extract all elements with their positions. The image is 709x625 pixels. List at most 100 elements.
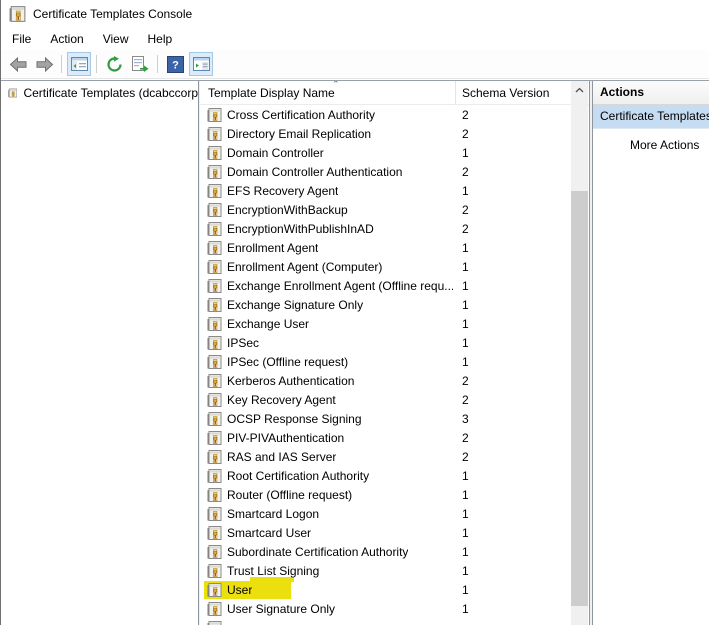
certificate-templates-console-window: { "window": { "title": "Certificate Temp… bbox=[0, 0, 709, 625]
table-row[interactable]: OCSP Response Signing 3 bbox=[200, 409, 570, 428]
certificate-template-icon bbox=[207, 279, 222, 293]
back-button[interactable] bbox=[6, 52, 30, 76]
schema-version: 2 bbox=[462, 203, 469, 217]
refresh-icon bbox=[106, 56, 123, 73]
forward-button[interactable] bbox=[32, 52, 56, 76]
certificate-template-icon bbox=[207, 469, 222, 483]
table-row-partial[interactable] bbox=[200, 618, 570, 625]
table-row[interactable]: PIV-PIVAuthentication 2 bbox=[200, 428, 570, 447]
table-row[interactable]: Enrollment Agent (Computer) 1 bbox=[200, 257, 570, 276]
actions-item-certificate-templates[interactable]: Certificate Templates bbox=[593, 105, 709, 129]
certificate-template-icon bbox=[207, 488, 222, 502]
table-row[interactable]: IPSec 1 bbox=[200, 333, 570, 352]
table-row[interactable]: Domain Controller Authentication 2 bbox=[200, 162, 570, 181]
template-name: Cross Certification Authority bbox=[227, 108, 375, 122]
table-row[interactable]: Router (Offline request) 1 bbox=[200, 485, 570, 504]
certificate-template-icon bbox=[207, 412, 222, 426]
list-header: Template Display Name Schema Version ⌃ bbox=[200, 81, 589, 105]
tree-item-label: Certificate Templates (dcabccorp bbox=[23, 86, 198, 100]
table-row[interactable]: RAS and IAS Server 2 bbox=[200, 447, 570, 466]
actions-pane: Actions Certificate Templates More Actio… bbox=[592, 81, 709, 625]
template-name: Enrollment Agent bbox=[227, 241, 318, 255]
show-console-tree-button[interactable] bbox=[67, 52, 91, 76]
certificate-template-icon bbox=[207, 450, 222, 464]
template-name: Directory Email Replication bbox=[227, 127, 371, 141]
chevron-up-icon bbox=[575, 87, 584, 93]
certificate-template-icon bbox=[8, 86, 17, 100]
template-name: Subordinate Certification Authority bbox=[227, 545, 408, 559]
tree-item-certificate-templates[interactable]: Certificate Templates (dcabccorp bbox=[1, 81, 198, 100]
actions-item-more-actions[interactable]: More Actions bbox=[593, 138, 709, 152]
show-action-pane-icon bbox=[193, 57, 210, 71]
certificate-template-icon bbox=[207, 507, 222, 521]
refresh-button[interactable] bbox=[102, 52, 126, 76]
template-name: Enrollment Agent (Computer) bbox=[227, 260, 382, 274]
table-row[interactable]: EncryptionWithBackup 2 bbox=[200, 200, 570, 219]
toolbar-separator bbox=[61, 55, 62, 73]
export-list-button[interactable] bbox=[128, 52, 152, 76]
menu-view[interactable]: View bbox=[94, 29, 138, 49]
menu-help[interactable]: Help bbox=[139, 29, 182, 49]
schema-version: 1 bbox=[462, 545, 469, 559]
certificate-template-icon bbox=[207, 108, 222, 122]
title-bar: Certificate Templates Console bbox=[1, 0, 709, 28]
content-area: Certificate Templates (dcabccorp Templat… bbox=[1, 80, 709, 625]
template-name: RAS and IAS Server bbox=[227, 450, 336, 464]
template-name: EFS Recovery Agent bbox=[227, 184, 338, 198]
help-button[interactable]: ? bbox=[163, 52, 187, 76]
table-row[interactable]: Directory Email Replication 2 bbox=[200, 124, 570, 143]
table-row[interactable]: Kerberos Authentication 2 bbox=[200, 371, 570, 390]
show-console-tree-icon bbox=[71, 57, 88, 71]
toolbar-separator bbox=[96, 55, 97, 73]
table-row[interactable]: User 1 bbox=[200, 580, 570, 599]
table-row[interactable]: Enrollment Agent 1 bbox=[200, 238, 570, 257]
template-name: Exchange Enrollment Agent (Offline requ.… bbox=[227, 279, 453, 293]
template-name: Smartcard Logon bbox=[227, 507, 319, 521]
schema-version: 1 bbox=[462, 279, 469, 293]
schema-version: 2 bbox=[462, 165, 469, 179]
certificate-template-icon bbox=[207, 602, 222, 616]
certificate-template-icon bbox=[207, 336, 222, 350]
schema-version: 1 bbox=[462, 298, 469, 312]
table-row[interactable]: Exchange User 1 bbox=[200, 314, 570, 333]
schema-version: 2 bbox=[462, 431, 469, 445]
template-name: User bbox=[227, 583, 252, 597]
schema-version: 1 bbox=[462, 184, 469, 198]
table-row[interactable]: Key Recovery Agent 2 bbox=[200, 390, 570, 409]
template-name: User Signature Only bbox=[227, 602, 335, 616]
menu-action[interactable]: Action bbox=[41, 29, 92, 49]
table-row[interactable]: User Signature Only 1 bbox=[200, 599, 570, 618]
table-row[interactable]: Subordinate Certification Authority 1 bbox=[200, 542, 570, 561]
certificate-template-icon bbox=[207, 317, 222, 331]
template-name: Key Recovery Agent bbox=[227, 393, 336, 407]
schema-version: 2 bbox=[462, 393, 469, 407]
schema-version: 2 bbox=[462, 127, 469, 141]
show-action-pane-button[interactable] bbox=[189, 52, 213, 76]
export-list-icon bbox=[131, 56, 149, 72]
table-row[interactable]: Domain Controller 1 bbox=[200, 143, 570, 162]
schema-version: 1 bbox=[462, 241, 469, 255]
schema-version: 1 bbox=[462, 146, 469, 160]
table-row[interactable]: Exchange Signature Only 1 bbox=[200, 295, 570, 314]
scrollbar-up-button[interactable] bbox=[571, 81, 588, 98]
template-name: Smartcard User bbox=[227, 526, 311, 540]
column-header-schema-version[interactable]: Schema Version bbox=[457, 81, 567, 105]
table-row[interactable]: Exchange Enrollment Agent (Offline requ.… bbox=[200, 276, 570, 295]
table-row[interactable]: Smartcard Logon 1 bbox=[200, 504, 570, 523]
table-row[interactable]: EncryptionWithPublishInAD 2 bbox=[200, 219, 570, 238]
scrollbar-thumb[interactable] bbox=[571, 191, 588, 606]
table-row[interactable]: IPSec (Offline request) 1 bbox=[200, 352, 570, 371]
schema-version: 1 bbox=[462, 507, 469, 521]
table-row[interactable]: Cross Certification Authority 2 bbox=[200, 105, 570, 124]
table-row[interactable]: Smartcard User 1 bbox=[200, 523, 570, 542]
menu-file[interactable]: File bbox=[3, 29, 40, 49]
certificate-template-icon bbox=[207, 583, 222, 597]
column-header-template-display-name[interactable]: Template Display Name bbox=[200, 81, 456, 105]
schema-version: 2 bbox=[462, 222, 469, 236]
table-row[interactable]: Root Certification Authority 1 bbox=[200, 466, 570, 485]
certificate-template-icon bbox=[207, 146, 222, 160]
list-scrollbar[interactable] bbox=[571, 81, 588, 625]
help-icon: ? bbox=[167, 56, 184, 73]
table-row[interactable]: Trust List Signing 1 bbox=[200, 561, 570, 580]
table-row[interactable]: EFS Recovery Agent 1 bbox=[200, 181, 570, 200]
